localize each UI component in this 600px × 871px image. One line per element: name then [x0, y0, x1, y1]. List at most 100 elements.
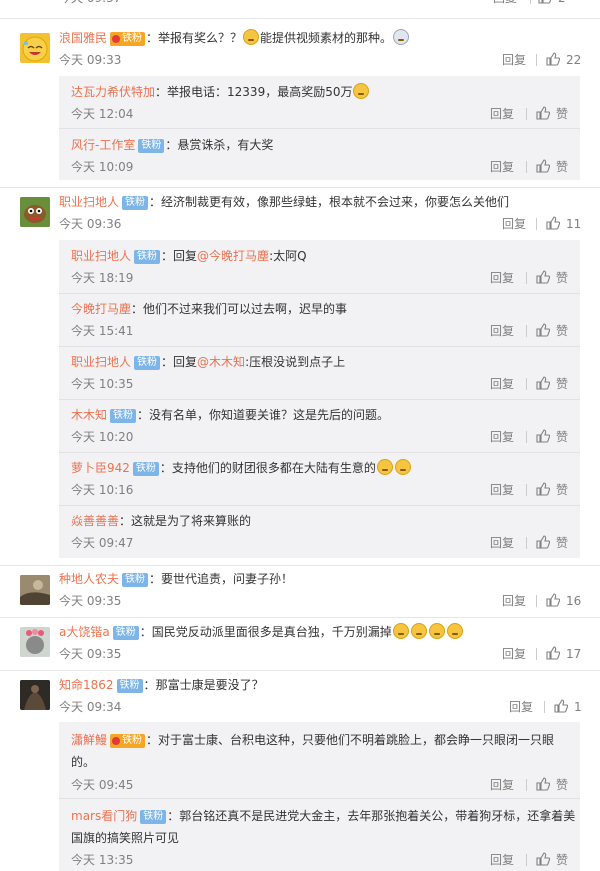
face-emoji-icon	[393, 29, 410, 45]
like-button[interactable]: 赞	[536, 268, 568, 288]
reply-button[interactable]: 回复	[490, 374, 514, 394]
username-link[interactable]: 知命1862	[59, 678, 114, 692]
thumbs-up-icon	[536, 106, 550, 120]
reply-button[interactable]: 回复	[502, 591, 526, 611]
comment-text: 浪国雅民 铁粉 ：举报有奖么？？ 能提供视频素材的那种。	[59, 28, 580, 48]
like-button[interactable]: 赞	[536, 157, 568, 177]
username-link[interactable]: 种地人农夫	[59, 572, 119, 586]
laugh-emoji-icon	[410, 623, 427, 639]
reply-button[interactable]: 回复	[490, 775, 514, 795]
avatar[interactable]	[20, 197, 50, 227]
reply-time: 今天 10:20	[71, 430, 134, 444]
like-button[interactable]: 赞	[536, 850, 568, 870]
reply-button[interactable]: 回复	[490, 850, 514, 870]
avatar[interactable]	[20, 680, 50, 710]
comment-text: a大饶锴a 铁粉 ：国民党反动派里面很多是真台独，千万别漏掉	[59, 622, 580, 642]
thumbs-up-icon	[536, 159, 550, 173]
like-button[interactable]: 2	[538, 0, 566, 8]
reply-button[interactable]: 回复	[490, 533, 514, 553]
username-link[interactable]: mars看门狗	[71, 809, 137, 823]
reply-button[interactable]: 回复	[490, 321, 514, 341]
laugh-emoji-icon	[392, 623, 409, 639]
thumbs-up-icon	[538, 0, 552, 4]
username-link[interactable]: 职业扫地人	[59, 195, 119, 209]
like-button[interactable]: 赞	[536, 427, 568, 447]
reply-button[interactable]: 回复	[490, 268, 514, 288]
like-button[interactable]: 11	[546, 214, 581, 234]
reply-text: 萝卜臣942 铁粉 ：支持他们的财团很多都在大陆有生意的	[71, 457, 576, 479]
fan-badge: 铁粉	[134, 356, 161, 370]
reply-time: 今天 10:16	[71, 483, 134, 497]
thumbs-up-icon	[536, 429, 550, 443]
reply-button[interactable]: 回复	[502, 644, 526, 664]
thumbs-up-icon	[536, 376, 550, 390]
reply-text: 木木知 铁粉 ：没有名单，你知道要关谁？这是先后的问题。	[71, 408, 390, 423]
reply-button[interactable]: 回复	[509, 697, 533, 717]
thumbs-up-icon	[536, 323, 550, 337]
reply-text: 焱善善善：这就是为了将来算账的	[71, 514, 252, 528]
reply-text: 今晚打马塵：他们不过来我们可以过去啊，迟早的事	[71, 302, 348, 316]
comment-text: 知命1862 铁粉 ：那富士康是要没了？	[59, 678, 264, 693]
thumbs-up-icon	[546, 216, 560, 230]
reply-time: 今天 10:35	[71, 377, 134, 391]
reply-text: 瀟鮮鰻 铁粉 ：对于富士康、台积电这种，只要他们不明着跳脸上，都会睁一只眼闭一只眼的…	[71, 733, 555, 769]
avatar[interactable]	[20, 575, 50, 605]
like-count: 22	[566, 53, 582, 67]
reply-button[interactable]: 回复	[490, 104, 514, 124]
reply-button[interactable]: 回复	[490, 480, 514, 500]
username-link[interactable]: 职业扫地人	[71, 355, 131, 369]
username-link[interactable]: 萝卜臣942	[71, 461, 130, 475]
reply-button[interactable]: 回复	[502, 50, 526, 70]
username-link[interactable]: 瀟鮮鰻	[71, 733, 107, 747]
reply-button[interactable]: 回复	[493, 0, 517, 8]
reply-text: mars看门狗 铁粉 ：郭台铭还真不是民进党大金主，去年那张抱着关公，带着狗牙标，还…	[71, 809, 576, 845]
like-count: 1	[574, 700, 582, 714]
thumbs-up-icon	[546, 593, 560, 607]
thumbs-up-icon	[546, 52, 560, 66]
fan-badge: 铁粉	[138, 139, 165, 153]
like-button[interactable]: 赞	[536, 321, 568, 341]
username-link[interactable]: 浪国雅民	[59, 31, 107, 45]
comment-time: 今天 09:33	[59, 53, 122, 67]
thumbs-up-icon	[536, 482, 550, 496]
thumbs-up-icon	[536, 270, 550, 284]
fan-badge: 铁粉	[140, 810, 167, 824]
username-link[interactable]: 职业扫地人	[71, 249, 131, 263]
reply-time: 今天 12:04	[71, 107, 134, 121]
reply-button[interactable]: 回复	[502, 214, 526, 234]
like-button[interactable]: 16	[546, 591, 581, 611]
comment-time: 今天 09:35	[59, 594, 122, 608]
thumbs-up-icon	[536, 777, 550, 791]
like-button[interactable]: 1	[554, 697, 582, 717]
avatar[interactable]	[20, 627, 50, 657]
username-link[interactable]: 今晚打马塵	[71, 302, 131, 316]
like-button[interactable]: 17	[546, 644, 581, 664]
username-link[interactable]: 焱善善善	[71, 514, 119, 528]
reply-button[interactable]: 回复	[490, 157, 514, 177]
fan-badge: 铁粉	[134, 250, 161, 264]
reply-time: 今天 18:19	[71, 271, 134, 285]
smile-emoji-icon	[394, 459, 411, 475]
username-link[interactable]: 风行-工作室	[71, 138, 135, 152]
reply-time: 今天 09:47	[71, 536, 134, 550]
mention-link[interactable]: @木木知	[197, 355, 245, 369]
like-button[interactable]: 赞	[536, 374, 568, 394]
like-button[interactable]: 赞	[536, 775, 568, 795]
fan-badge: 铁粉	[132, 462, 159, 476]
comment-text: 种地人农夫 铁粉 ：要世代追责，问妻子孙！	[59, 572, 294, 587]
username-link[interactable]: 木木知	[71, 408, 107, 422]
like-button[interactable]: 赞	[536, 104, 568, 124]
mention-link[interactable]: @今晚打马塵	[197, 249, 269, 263]
like-button[interactable]: 赞	[536, 480, 568, 500]
thumbs-up-icon	[536, 852, 550, 866]
dog-emoji-icon	[353, 83, 370, 99]
reply-button[interactable]: 回复	[490, 427, 514, 447]
comment-time: 今天 09:37	[59, 0, 121, 8]
username-link[interactable]: a大饶锴a	[59, 625, 110, 639]
username-link[interactable]: 达瓦力希伏特加	[71, 85, 155, 99]
laugh-emoji-icon	[428, 623, 445, 639]
reply-time: 今天 10:09	[71, 160, 134, 174]
like-button[interactable]: 22	[546, 50, 581, 70]
like-button[interactable]: 赞	[536, 533, 568, 553]
avatar[interactable]	[20, 33, 50, 63]
